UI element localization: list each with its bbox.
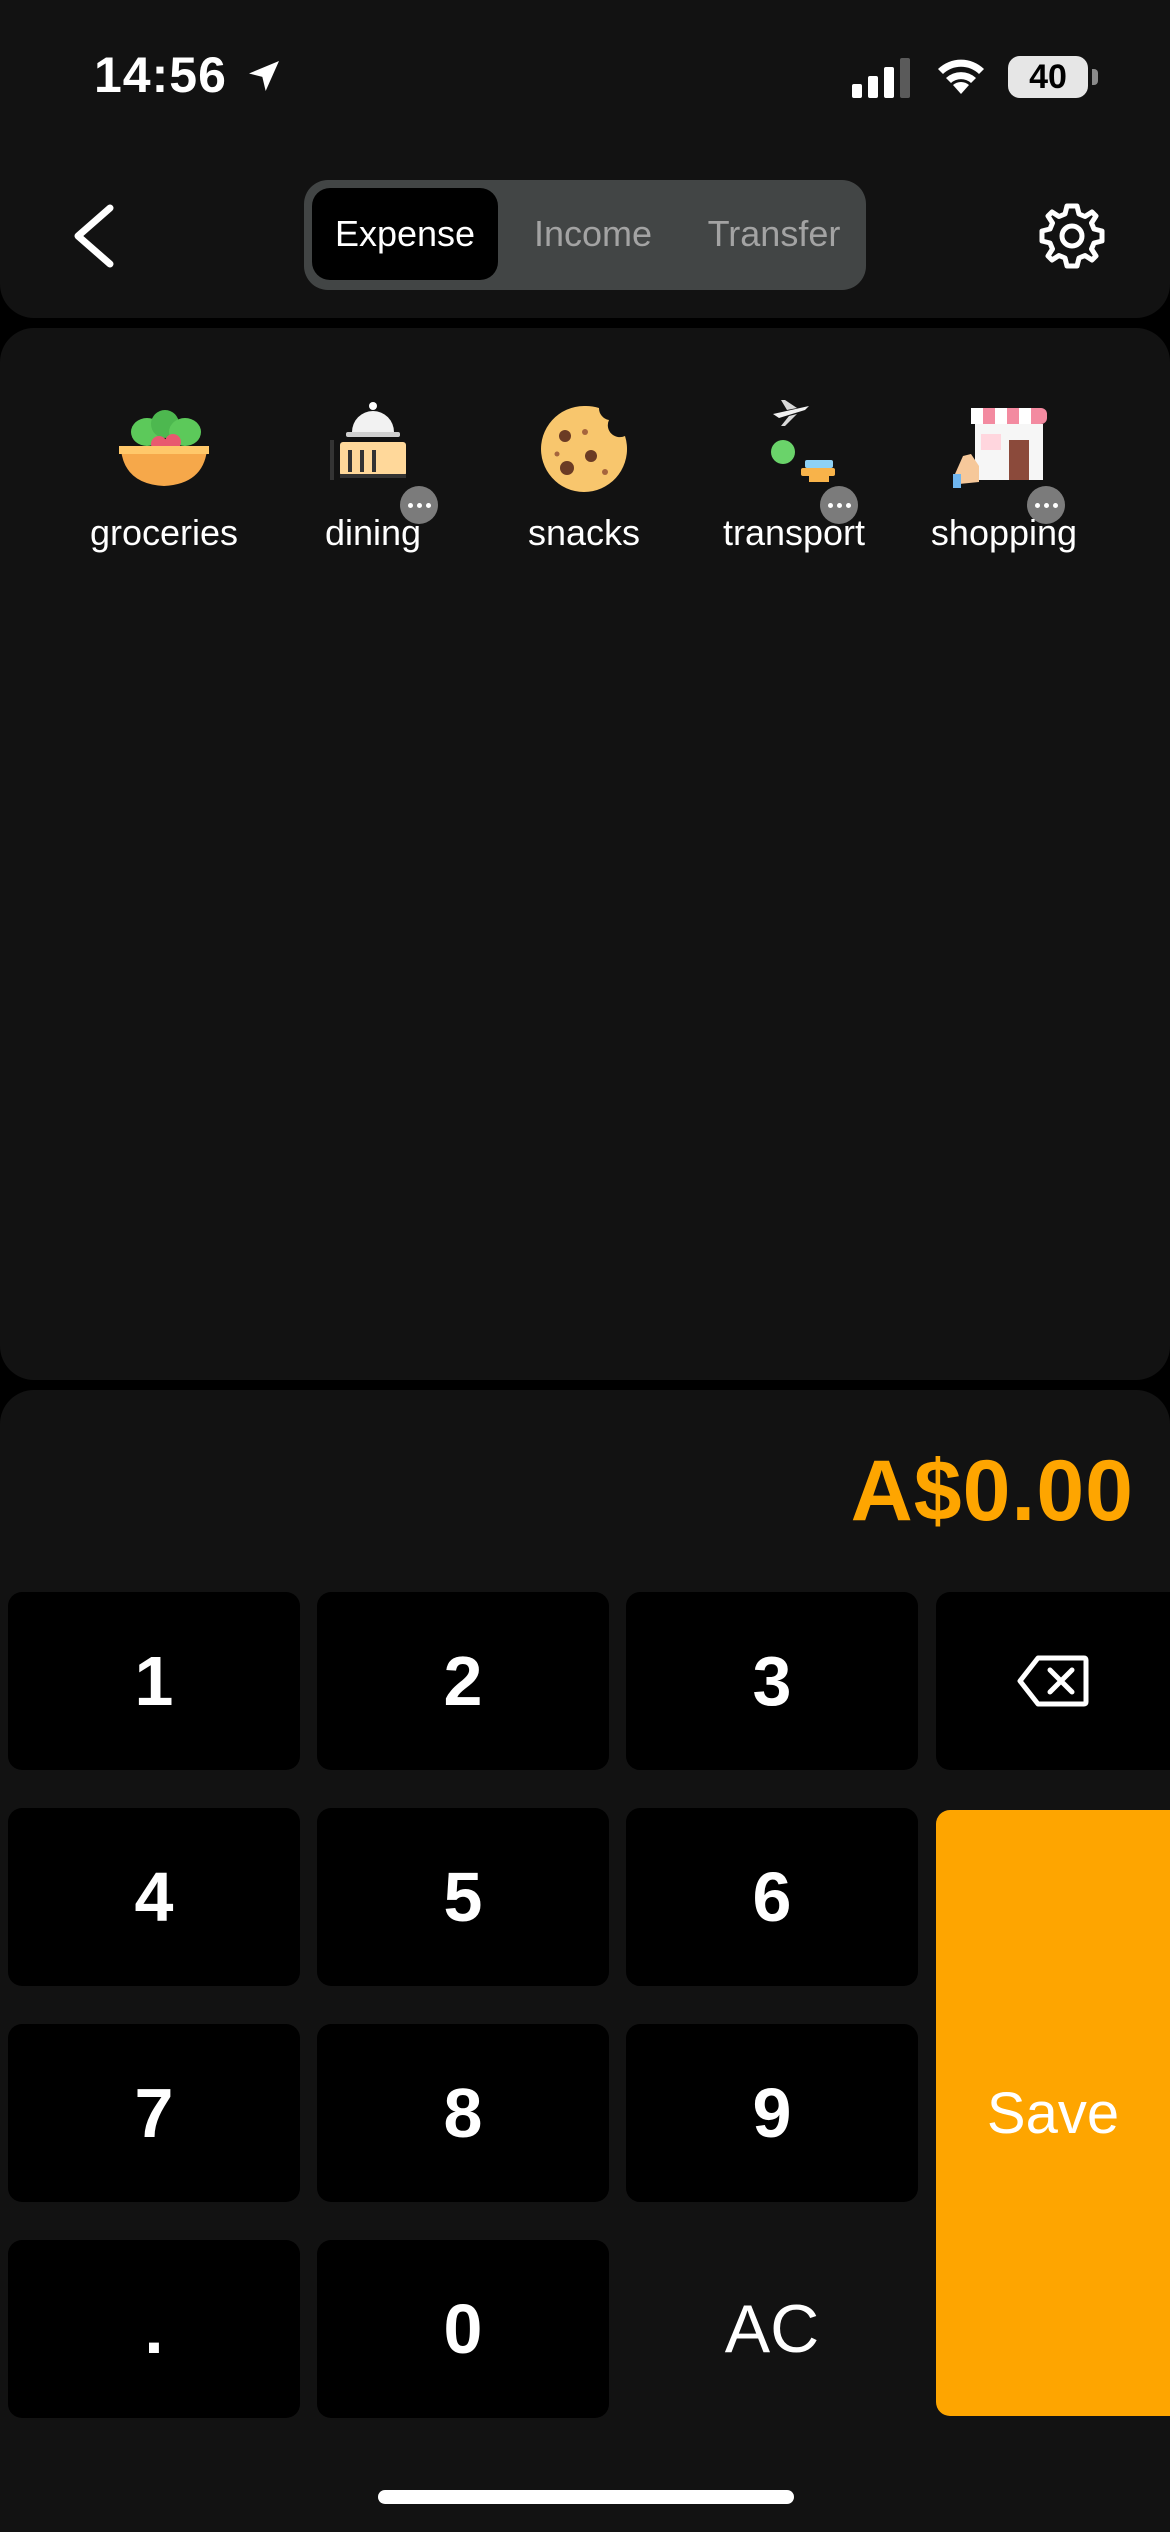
key-3[interactable]: 3 xyxy=(626,1592,918,1770)
tab-expense[interactable]: Expense xyxy=(312,188,498,280)
category-groceries[interactable]: groceries xyxy=(59,394,269,553)
battery-level: 40 xyxy=(1029,57,1067,96)
save-button[interactable]: Save xyxy=(936,1810,1170,2416)
type-segmented-control: Expense Income Transfer xyxy=(304,180,866,290)
category-transport[interactable]: transport xyxy=(689,394,899,553)
battery-nub xyxy=(1092,69,1098,85)
amount-display: A$0.00 xyxy=(850,1443,1134,1539)
clear-button[interactable]: AC xyxy=(626,2240,918,2418)
gear-icon[interactable] xyxy=(1036,200,1108,272)
top-panel: 14:56 40 Expense Income Transfer xyxy=(0,0,1170,318)
location-arrow-icon xyxy=(249,61,279,91)
wifi-icon xyxy=(938,59,984,94)
key-1[interactable]: 1 xyxy=(8,1592,300,1770)
key-decimal[interactable]: . xyxy=(8,2240,300,2418)
status-bar: 14:56 40 xyxy=(0,0,1170,150)
chevron-left-icon[interactable] xyxy=(60,196,130,276)
categories-panel: groceries dining snacks transport shoppi… xyxy=(0,328,1170,1380)
key-4[interactable]: 4 xyxy=(8,1808,300,1986)
tab-income[interactable]: Income xyxy=(504,188,682,280)
category-label: groceries xyxy=(89,512,239,553)
key-7[interactable]: 7 xyxy=(8,2024,300,2202)
key-8[interactable]: 8 xyxy=(317,2024,609,2202)
key-5[interactable]: 5 xyxy=(317,1808,609,1986)
backspace-button[interactable] xyxy=(936,1592,1170,1770)
cookie-icon xyxy=(541,405,628,492)
salad-bowl-icon xyxy=(119,410,209,486)
category-dining[interactable]: dining xyxy=(268,394,478,553)
cellular-signal-icon xyxy=(852,58,910,98)
battery-icon: 40 xyxy=(1008,56,1088,98)
category-label: transport xyxy=(722,512,866,553)
category-label: snacks xyxy=(527,512,641,553)
key-2[interactable]: 2 xyxy=(317,1592,609,1770)
category-snacks[interactable]: snacks xyxy=(479,394,689,553)
home-indicator[interactable] xyxy=(378,2490,794,2504)
category-shopping[interactable]: shopping xyxy=(899,394,1109,553)
key-0[interactable]: 0 xyxy=(317,2240,609,2418)
category-label: shopping xyxy=(930,512,1078,553)
status-time: 14:56 xyxy=(94,47,227,103)
tab-transfer[interactable]: Transfer xyxy=(688,188,860,280)
key-9[interactable]: 9 xyxy=(626,2024,918,2202)
keypad-panel: A$0.00 1 2 3 4 5 6 7 8 9 . 0 AC Save xyxy=(0,1390,1170,2532)
backspace-icon xyxy=(1017,1655,1089,1707)
key-6[interactable]: 6 xyxy=(626,1808,918,1986)
category-label: dining xyxy=(324,512,422,553)
